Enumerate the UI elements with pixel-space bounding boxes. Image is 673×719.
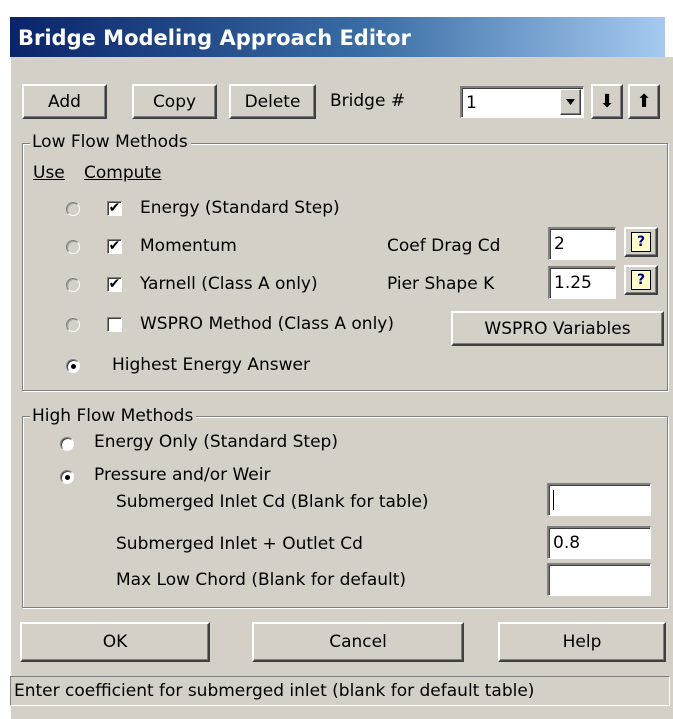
pier-shape-label: Pier Shape K xyxy=(387,274,495,294)
coef-drag-input[interactable]: 2 xyxy=(548,227,616,260)
highest-energy-radio[interactable] xyxy=(66,359,80,373)
help-button[interactable]: Help xyxy=(498,622,666,662)
bridge-number-label: Bridge # xyxy=(330,91,406,111)
submerged-inlet-label: Submerged Inlet Cd (Blank for table) xyxy=(116,492,429,512)
use-yarnell-radio[interactable] xyxy=(66,278,80,292)
max-low-chord-label: Max Low Chord (Blank for default) xyxy=(116,570,407,590)
momentum-method-label: Momentum xyxy=(140,236,237,256)
move-up-button[interactable]: ⬆ xyxy=(628,84,660,119)
radio-selected-dot xyxy=(71,364,76,369)
use-energy-radio[interactable] xyxy=(66,202,80,216)
delete-button[interactable]: Delete xyxy=(229,84,316,119)
pier-shape-input[interactable]: 1.25 xyxy=(548,266,616,299)
submerged-inlet-input[interactable] xyxy=(547,483,651,516)
inlet-outlet-input[interactable]: 0.8 xyxy=(547,526,651,559)
arrow-down-icon: ⬇ xyxy=(599,91,615,112)
compute-wspro-checkbox[interactable] xyxy=(107,317,122,332)
compute-column-header: Compute xyxy=(84,163,162,183)
coef-drag-label: Coef Drag Cd xyxy=(387,236,501,256)
energy-method-label: Energy (Standard Step) xyxy=(140,198,340,218)
pressure-weir-radio[interactable] xyxy=(60,470,74,484)
use-wspro-radio[interactable] xyxy=(66,318,80,332)
energy-only-label: Energy Only (Standard Step) xyxy=(94,432,338,452)
radio-selected-dot xyxy=(65,475,70,480)
pressure-weir-label: Pressure and/or Weir xyxy=(94,465,271,485)
help-question-icon: ? xyxy=(631,232,651,252)
compute-momentum-checkbox[interactable]: ✔ xyxy=(107,239,122,254)
use-column-header: Use xyxy=(33,163,65,183)
pier-shape-help-button[interactable]: ? xyxy=(624,265,658,295)
dropdown-arrow-icon[interactable] xyxy=(560,89,581,115)
window-title: Bridge Modeling Approach Editor xyxy=(18,26,411,50)
chevron-down-icon xyxy=(566,99,575,105)
max-low-chord-input[interactable] xyxy=(547,563,651,596)
highest-energy-label: Highest Energy Answer xyxy=(112,355,310,375)
high-flow-title: High Flow Methods xyxy=(30,406,197,426)
use-momentum-radio[interactable] xyxy=(66,240,80,254)
copy-button[interactable]: Copy xyxy=(132,84,217,119)
bridge-number-select[interactable]: 1 xyxy=(460,86,584,118)
energy-only-radio[interactable] xyxy=(60,437,74,451)
help-question-icon: ? xyxy=(631,270,651,290)
yarnell-method-label: Yarnell (Class A only) xyxy=(140,274,318,294)
arrow-up-icon: ⬆ xyxy=(636,91,652,112)
move-down-button[interactable]: ⬇ xyxy=(591,84,623,119)
low-flow-title: Low Flow Methods xyxy=(30,132,191,152)
add-button[interactable]: Add xyxy=(22,84,107,119)
status-bar: Enter coefficient for submerged inlet (b… xyxy=(10,676,670,706)
compute-yarnell-checkbox[interactable]: ✔ xyxy=(107,277,122,292)
wspro-variables-button[interactable]: WSPRO Variables xyxy=(451,311,664,346)
inlet-outlet-label: Submerged Inlet + Outlet Cd xyxy=(116,534,363,554)
compute-energy-checkbox[interactable]: ✔ xyxy=(107,201,122,216)
ok-button[interactable]: OK xyxy=(20,622,210,662)
cancel-button[interactable]: Cancel xyxy=(252,622,464,662)
coef-drag-help-button[interactable]: ? xyxy=(624,227,658,257)
text-cursor xyxy=(553,490,554,510)
wspro-method-label: WSPRO Method (Class A only) xyxy=(140,314,394,334)
